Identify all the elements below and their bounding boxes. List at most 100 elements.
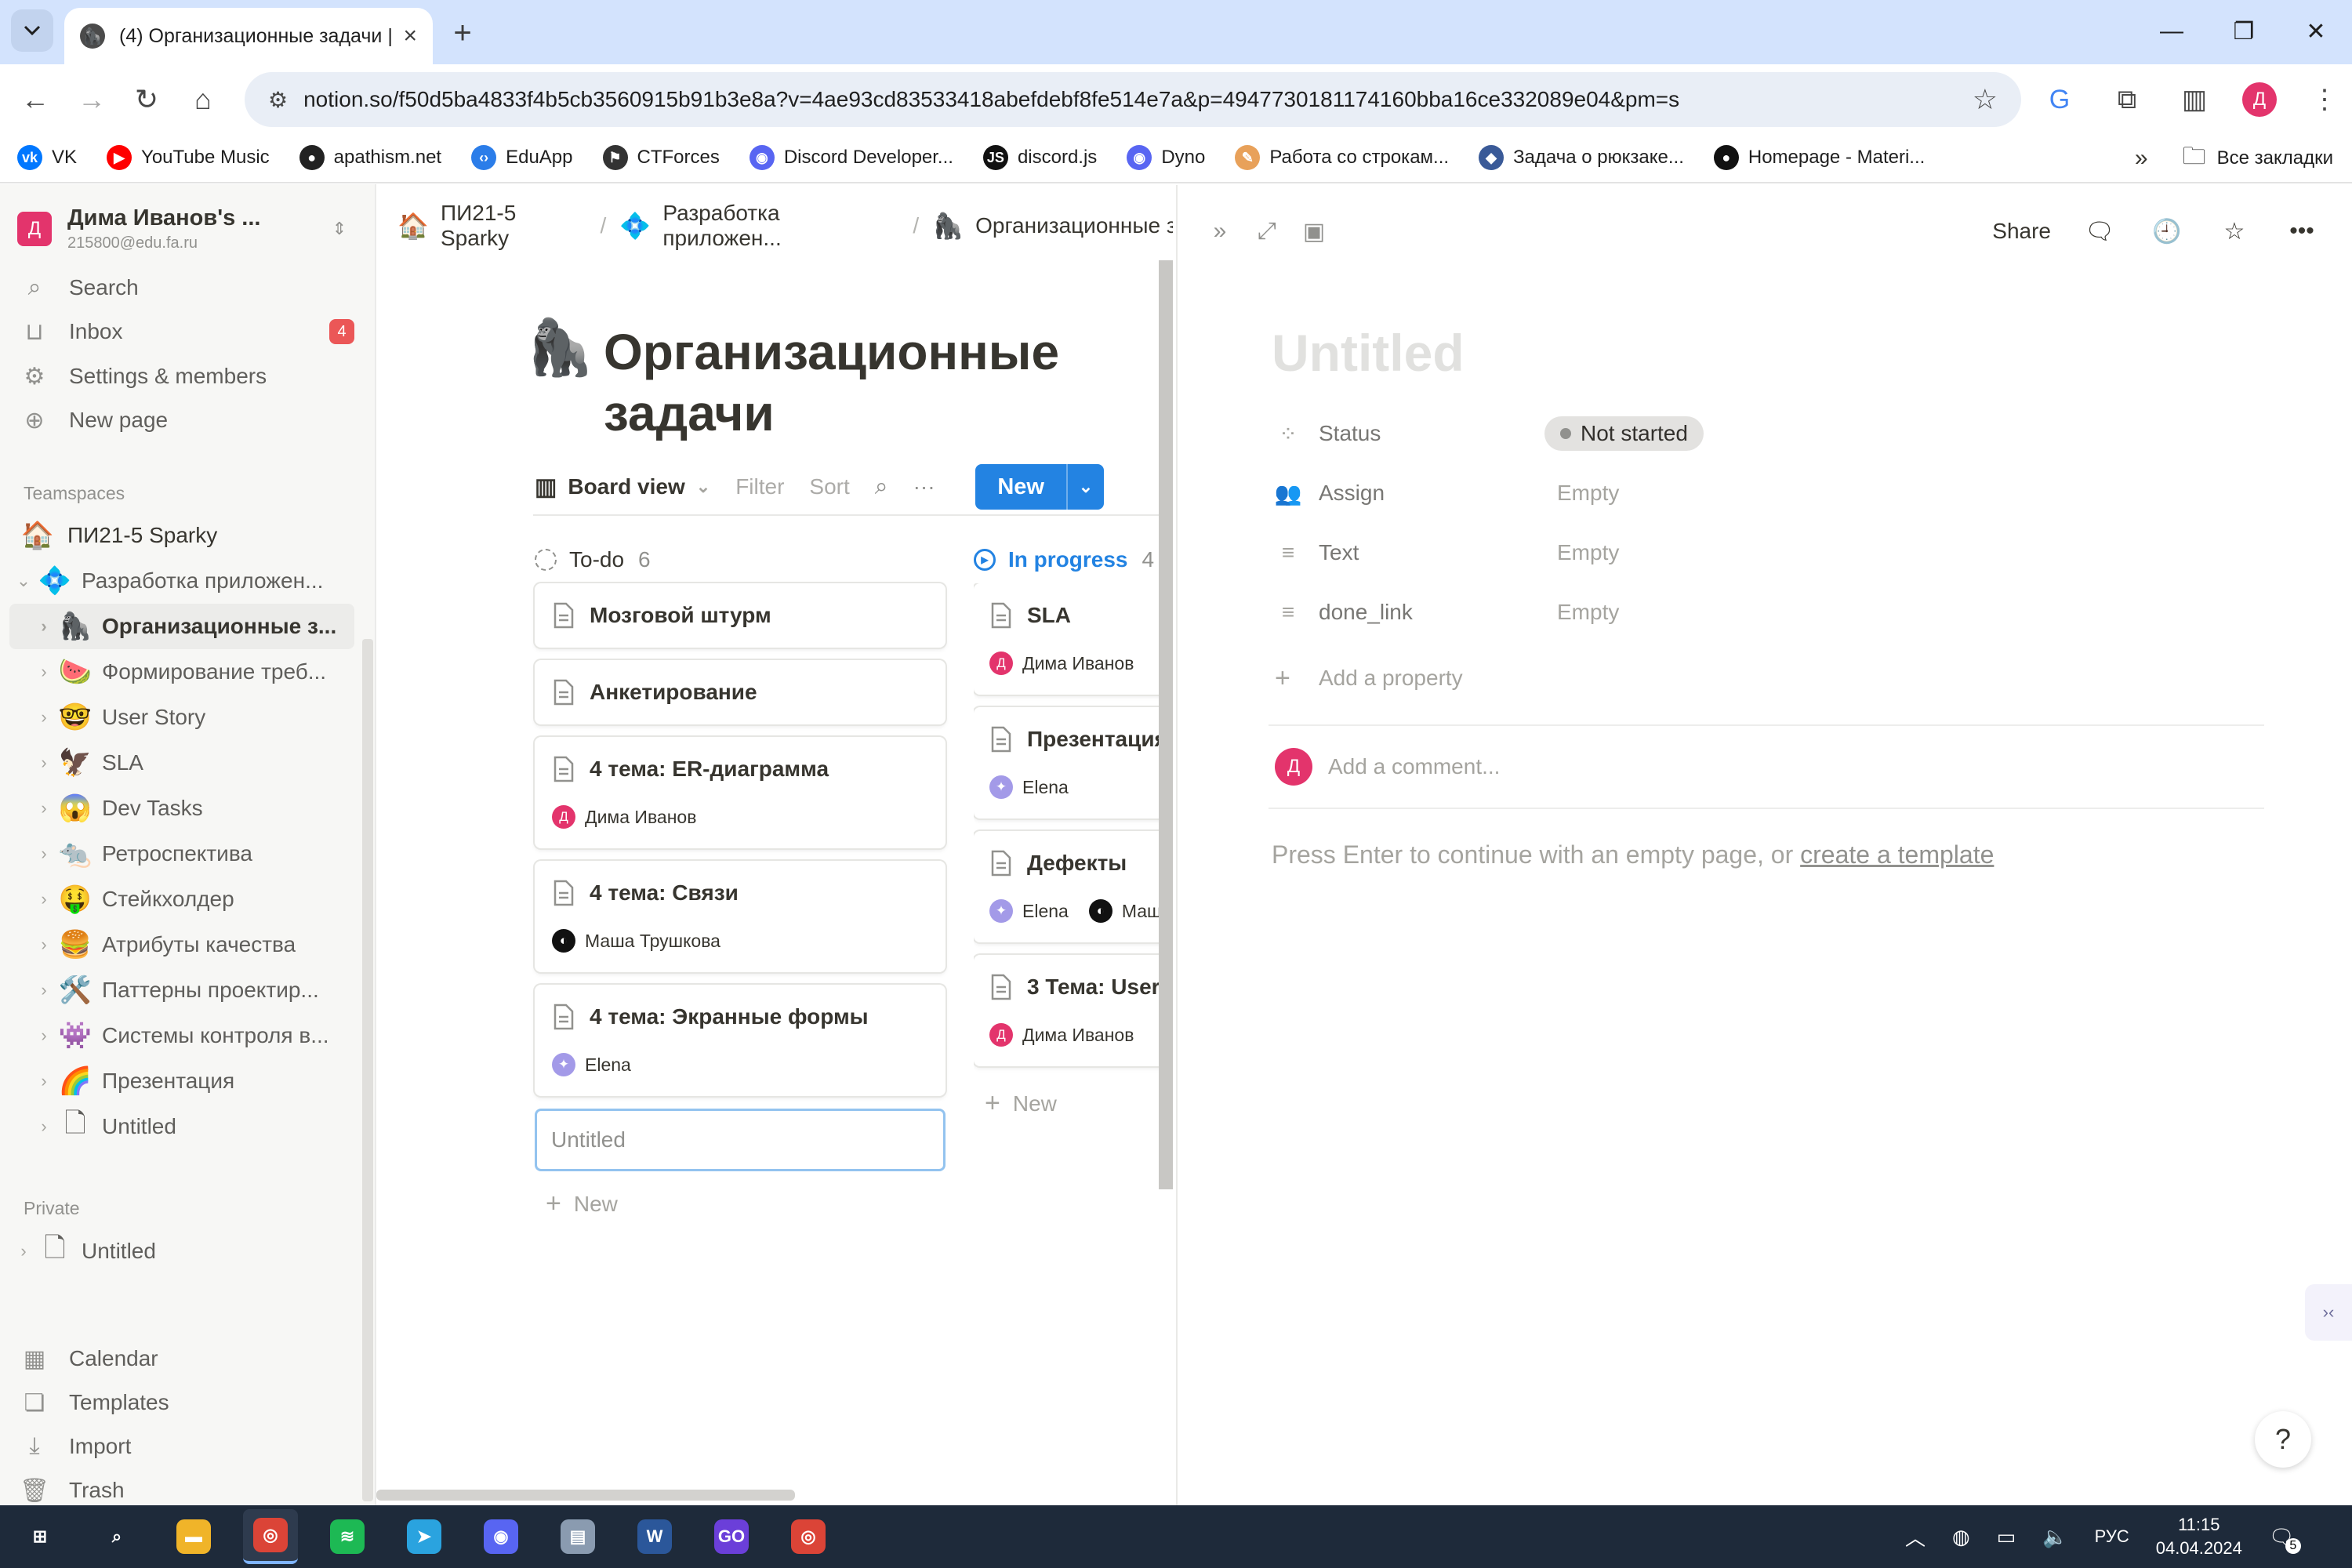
breadcrumb-item[interactable]: 🏠 ПИ21-5 Sparky (397, 201, 588, 251)
board-card[interactable]: SLA Д Дима Иванов (974, 583, 1159, 695)
new-tab-button[interactable]: + (445, 16, 480, 50)
chevron-right-icon[interactable]: › (30, 662, 58, 682)
reload-button[interactable]: ↻ (125, 78, 168, 121)
board-card[interactable]: Мозговой штурм (535, 583, 946, 648)
chevron-right-icon[interactable]: › (30, 1116, 58, 1137)
side-panel-icon[interactable]: ▥ (2175, 80, 2214, 119)
sidebar-page-item[interactable]: › 👾 Системы контроля в... (9, 1013, 354, 1058)
all-bookmarks-button[interactable]: 🗀 Все закладки (2183, 139, 2333, 179)
chevron-right-icon[interactable]: › (30, 980, 58, 1000)
board-card[interactable]: 4 тема: Экранные формы ✦ Elena (535, 985, 946, 1096)
sidebar-new-page[interactable]: ⊕ New page (17, 399, 354, 441)
minimize-icon[interactable]: — (2136, 0, 2208, 63)
chevron-right-icon[interactable]: › (30, 1071, 58, 1091)
file-explorer-icon[interactable]: ▬ (166, 1509, 221, 1564)
breadcrumb-item[interactable]: 💠 Разработка приложен... (619, 201, 900, 251)
board-card[interactable]: Дефекты ✦ Elena ◐ Маша (974, 831, 1159, 942)
more-options-icon[interactable]: ••• (2283, 212, 2321, 250)
bookmark-item[interactable]: ‹› EduApp (471, 139, 573, 176)
close-peek-icon[interactable]: » (1201, 212, 1239, 250)
sidebar-bottom-item[interactable]: ▦ Calendar (17, 1337, 354, 1381)
tab-close-icon[interactable]: × (403, 23, 417, 49)
column-header-in-progress[interactable]: ▶ In progress 4 (974, 539, 1154, 580)
clock[interactable]: 11:15 04.04.2024 (2156, 1513, 2242, 1560)
chevron-down-icon[interactable]: ⌄ (1066, 464, 1104, 510)
search-icon[interactable]: ⌕ (875, 474, 888, 500)
sidebar-page-item[interactable]: › 😱 Dev Tasks (9, 786, 354, 831)
chevron-right-icon[interactable]: › (9, 1241, 38, 1261)
back-button[interactable]: ← (14, 78, 56, 121)
chrome-menu-icon[interactable]: ⋮ (2305, 80, 2344, 119)
bookmark-item[interactable]: ◆ Задача о рюкзаке... (1479, 139, 1684, 176)
board-view-selector[interactable]: ▥ Board view ⌄ (535, 474, 710, 501)
word-icon[interactable]: W (627, 1509, 682, 1564)
search-button[interactable]: ⌕ (89, 1509, 144, 1564)
board-vertical-scrollbar[interactable] (1159, 260, 1173, 1189)
breadcrumb-item[interactable]: 🦍 Организационные з (931, 209, 1173, 242)
sidebar-item-private-untitled[interactable]: › 🗋 Untitled (9, 1229, 354, 1274)
bookmark-item[interactable]: ● apathism.net (299, 139, 441, 176)
sidebar-item-teamspace[interactable]: 🏠 ПИ21-5 Sparky (20, 513, 365, 558)
spotify-icon[interactable]: ≋ (320, 1509, 375, 1564)
board-card[interactable]: 4 тема: Связи ◐ Маша Трушкова (535, 861, 946, 972)
property-value[interactable]: Empty (1557, 481, 1619, 506)
sort-button[interactable]: Sort (809, 474, 849, 499)
address-bar[interactable]: ⚙ notion.so/f50d5ba4833f4b5cb3560915b91b… (245, 72, 2021, 127)
assistant-side-tab[interactable]: ›‹ (2305, 1284, 2352, 1341)
telegram-icon[interactable]: ➤ (397, 1509, 452, 1564)
chevron-right-icon[interactable]: › (30, 616, 58, 637)
sidebar-bottom-item[interactable]: ❏ Templates (17, 1381, 354, 1425)
chevron-right-icon[interactable]: › (30, 889, 58, 909)
add-card-button-todo[interactable]: + New (535, 1189, 946, 1219)
sidebar-search[interactable]: ⌕ Search (17, 267, 354, 309)
sidebar-settings[interactable]: ⚙ Settings & members (17, 355, 354, 397)
expand-icon[interactable]: ⤢ (1248, 212, 1286, 250)
bookmark-item[interactable]: ● Homepage - Materi... (1713, 139, 1925, 176)
sidebar-page-item[interactable]: › 🍔 Атрибуты качества (9, 922, 354, 967)
add-card-button-in-progress[interactable]: + New (974, 1088, 1057, 1119)
comment-input[interactable]: Д Add a comment... (1275, 743, 1500, 790)
workspace-switcher[interactable]: Д Дима Иванов's ... 215800@edu.fa.ru ⇕ (17, 200, 347, 258)
close-window-icon[interactable]: ✕ (2280, 0, 2352, 63)
board-horizontal-scrollbar[interactable] (376, 1490, 795, 1501)
browser-tab[interactable]: 🦍 (4) Организационные задачи | × (64, 8, 433, 64)
new-card-input[interactable]: Untitled (535, 1109, 946, 1171)
battery-icon[interactable]: ▭ (1997, 1525, 2016, 1549)
bookmark-item[interactable]: vk VK (17, 139, 77, 176)
property-value[interactable]: Empty (1557, 600, 1619, 625)
new-button[interactable]: New ⌄ (975, 464, 1104, 510)
bookmark-item[interactable]: JS discord.js (982, 139, 1097, 176)
bookmark-item[interactable]: ✎ Работа со строкам... (1235, 139, 1449, 176)
sidebar-bottom-item[interactable]: ⤓ Import (17, 1425, 354, 1468)
sidebar-page-item[interactable]: › 🦅 SLA (9, 740, 354, 786)
add-property-button[interactable]: + Add a property (1275, 655, 1463, 701)
favorite-star-icon[interactable]: ☆ (2216, 212, 2253, 250)
page-icon[interactable]: 🦍 (525, 317, 593, 378)
sidebar-page-item[interactable]: › 🤓 User Story (9, 695, 354, 740)
page-title[interactable]: Организационные задачи (604, 321, 1059, 444)
chevron-right-icon[interactable]: › (30, 844, 58, 864)
bookmark-item[interactable]: ⚑ CTForces (602, 139, 720, 176)
help-button[interactable]: ? (2255, 1411, 2311, 1468)
network-app-icon[interactable]: ◍ (1952, 1525, 1970, 1549)
chevron-down-icon[interactable]: ⌄ (9, 571, 38, 591)
sidebar-page-item[interactable]: › 🌈 Презентация (9, 1058, 354, 1104)
chevron-right-icon[interactable]: › (30, 707, 58, 728)
goland-icon[interactable]: GO (704, 1509, 759, 1564)
volume-icon[interactable]: 🔈 (2042, 1525, 2067, 1549)
more-bookmarks-icon[interactable]: » (2135, 145, 2148, 172)
chevron-right-icon[interactable]: › (30, 935, 58, 955)
bookmark-item[interactable]: ◉ Discord Developer... (749, 139, 953, 176)
translate-icon[interactable]: G (2040, 80, 2079, 119)
property-done-link[interactable]: ≡ done_link Empty (1275, 590, 2263, 635)
property-value[interactable]: Empty (1557, 540, 1619, 565)
start-button[interactable]: ⊞ (13, 1509, 67, 1564)
property-status[interactable]: ⁘ Status Not started (1275, 411, 2263, 456)
chevron-right-icon[interactable]: › (30, 1025, 58, 1046)
sidebar-item-project[interactable]: ⌄ 💠 Разработка приложен... (9, 558, 354, 604)
peek-mode-icon[interactable]: ▣ (1295, 212, 1333, 250)
chrome-icon[interactable]: ◎ (243, 1509, 298, 1564)
notifications-icon[interactable]: 🗨 5 (2269, 1525, 2301, 1554)
site-info-icon[interactable]: ⚙ (268, 87, 288, 113)
board-card[interactable]: 4 тема: ER-диаграмма Д Дима Иванов (535, 737, 946, 848)
